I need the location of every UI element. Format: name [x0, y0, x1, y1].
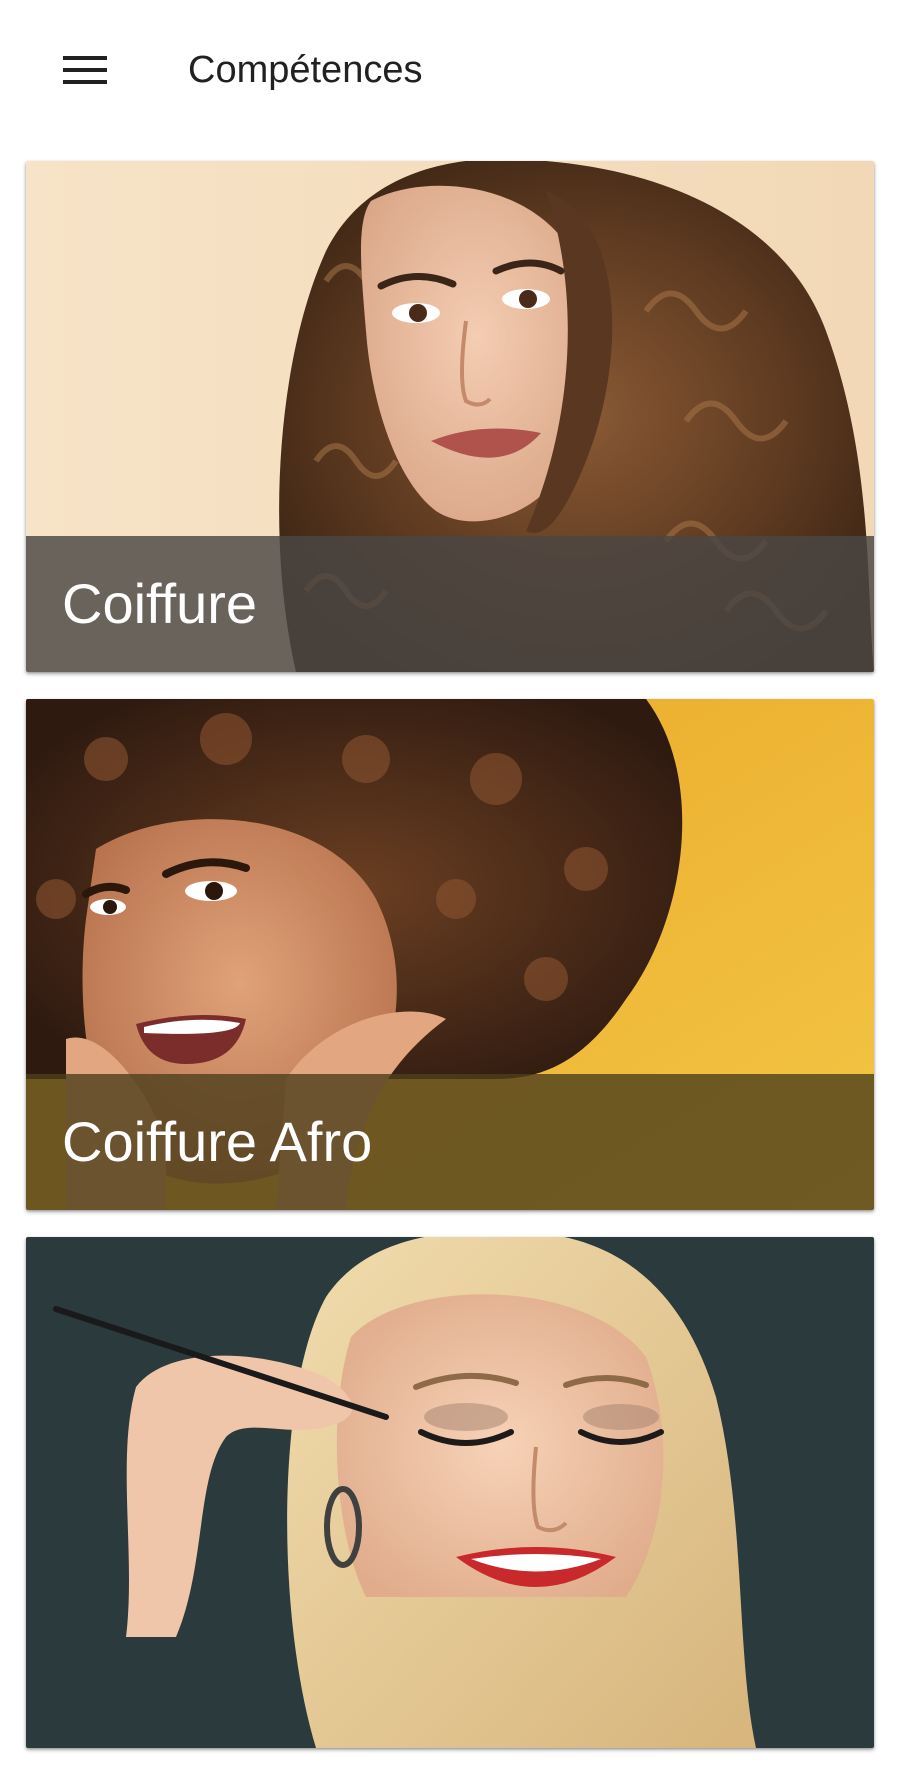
skills-list: Coiffure Coiffure Afro: [26, 161, 874, 1775]
skill-card-coiffure-afro[interactable]: Coiffure Afro: [26, 699, 874, 1210]
skill-card-coiffure[interactable]: Coiffure: [26, 161, 874, 672]
menu-button[interactable]: [50, 40, 120, 100]
blonde-woman-eye-makeup-photo: [26, 1237, 874, 1748]
skill-card-label: Coiffure Afro: [62, 1110, 373, 1173]
skill-card-caption: Coiffure: [26, 536, 874, 672]
skill-card-caption: Coiffure Afro: [26, 1074, 874, 1210]
page-title: Compétences: [188, 49, 423, 91]
skill-card-label: Coiffure: [62, 572, 258, 635]
app-bar: Compétences: [0, 0, 900, 140]
hamburger-menu-icon: [63, 56, 107, 84]
skill-card-maquillage[interactable]: [26, 1237, 874, 1748]
